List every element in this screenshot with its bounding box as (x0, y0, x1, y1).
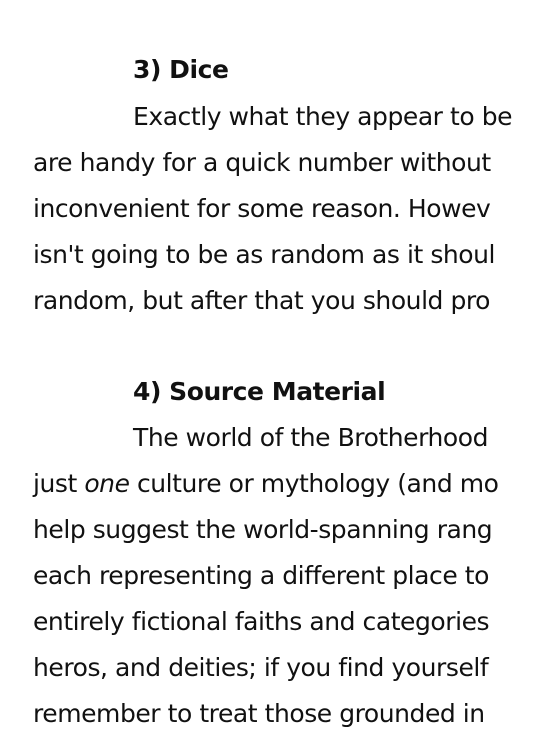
section-heading-source-material: 4) Source Material (133, 377, 386, 406)
paragraph-line: remember to treat those grounded in (33, 699, 485, 728)
paragraph-line: entirely fictional faiths and categories (33, 607, 490, 636)
paragraph-line: random, but after that you should pro (33, 286, 491, 315)
paragraph-line: are handy for a quick number without (33, 148, 491, 177)
paragraph-line: help suggest the world-spanning rang (33, 515, 493, 544)
paragraph-line: inconvenient for some reason. Howev (33, 194, 491, 223)
paragraph-line: The world of the Brotherhood (133, 423, 488, 452)
paragraph-line: isn't going to be as random as it shoul (33, 240, 496, 269)
paragraph-line: each representing a different place to (33, 561, 489, 590)
paragraph-text: just (33, 469, 85, 498)
emphasized-text: one (84, 469, 130, 498)
paragraph-line: Exactly what they appear to be (133, 102, 513, 131)
document-page: 3) Dice Exactly what they appear to be a… (0, 0, 543, 750)
paragraph-line: heros, and deities; if you find yourself (33, 653, 489, 682)
paragraph-text: culture or mythology (and mo (129, 469, 499, 498)
section-heading-dice: 3) Dice (133, 55, 229, 84)
paragraph-line: just one culture or mythology (and mo (33, 469, 543, 499)
